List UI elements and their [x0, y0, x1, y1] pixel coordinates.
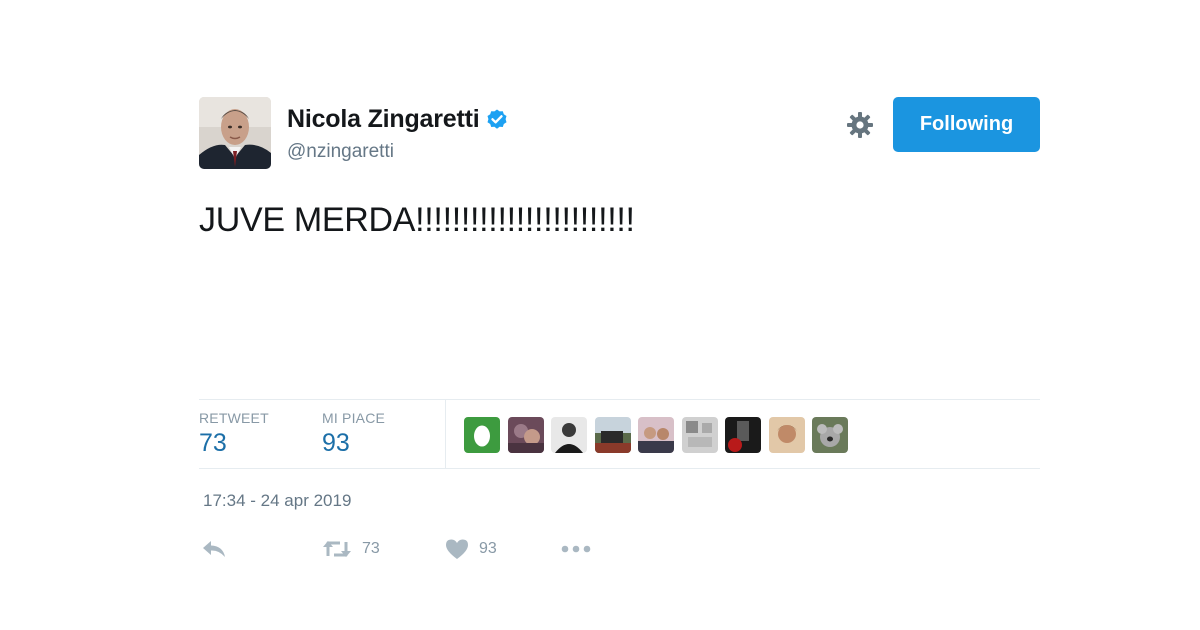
- liker-avatar[interactable]: [681, 417, 718, 453]
- tweet-stats: RETWEET 73 MI PIACE 93: [199, 399, 1040, 469]
- like-button[interactable]: 93: [445, 538, 497, 560]
- liker-avatar[interactable]: [507, 417, 544, 453]
- verified-badge-icon: [487, 109, 507, 129]
- liker-avatar[interactable]: [594, 417, 631, 453]
- user-avatar[interactable]: [199, 97, 271, 169]
- like-action-count: 93: [479, 540, 497, 557]
- tweet-text: JUVE MERDA!!!!!!!!!!!!!!!!!!!!!!!!: [199, 201, 635, 239]
- retweet-action-count: 73: [362, 540, 380, 557]
- following-button[interactable]: Following: [893, 97, 1040, 152]
- reply-button[interactable]: [201, 538, 227, 560]
- likes-stat-count: 93: [322, 429, 350, 457]
- heart-icon: [446, 539, 468, 559]
- liker-avatar[interactable]: [812, 417, 848, 453]
- gear-icon[interactable]: [846, 111, 874, 139]
- retweet-stat-label: RETWEET: [199, 410, 269, 426]
- retweet-stat-count: 73: [199, 429, 227, 457]
- liker-avatar[interactable]: [464, 417, 500, 453]
- more-button[interactable]: [561, 538, 591, 560]
- liker-avatars: [464, 417, 856, 453]
- retweet-stat[interactable]: RETWEET 73: [199, 410, 269, 458]
- liker-avatar[interactable]: [725, 417, 761, 453]
- tweet-card: Nicola Zingaretti @nzingaretti Following…: [199, 97, 1040, 559]
- reply-icon: [203, 541, 225, 557]
- more-dots-icon: [561, 545, 591, 553]
- display-name[interactable]: Nicola Zingaretti: [287, 105, 480, 134]
- name-row: Nicola Zingaretti: [287, 105, 509, 134]
- tweet-header: Nicola Zingaretti @nzingaretti Following: [199, 97, 1040, 169]
- user-handle[interactable]: @nzingaretti: [287, 141, 394, 163]
- tweet-actions: 73 93: [199, 538, 1040, 566]
- stats-divider: [445, 400, 446, 468]
- retweet-button[interactable]: 73: [322, 538, 380, 560]
- liker-avatar[interactable]: [551, 417, 587, 453]
- retweet-icon: [323, 541, 351, 557]
- tweet-timestamp[interactable]: 17:34 - 24 apr 2019: [203, 491, 351, 511]
- likes-stat[interactable]: MI PIACE 93: [322, 410, 385, 458]
- likes-stat-label: MI PIACE: [322, 410, 386, 426]
- liker-avatar[interactable]: [768, 417, 805, 453]
- liker-avatar[interactable]: [638, 417, 674, 453]
